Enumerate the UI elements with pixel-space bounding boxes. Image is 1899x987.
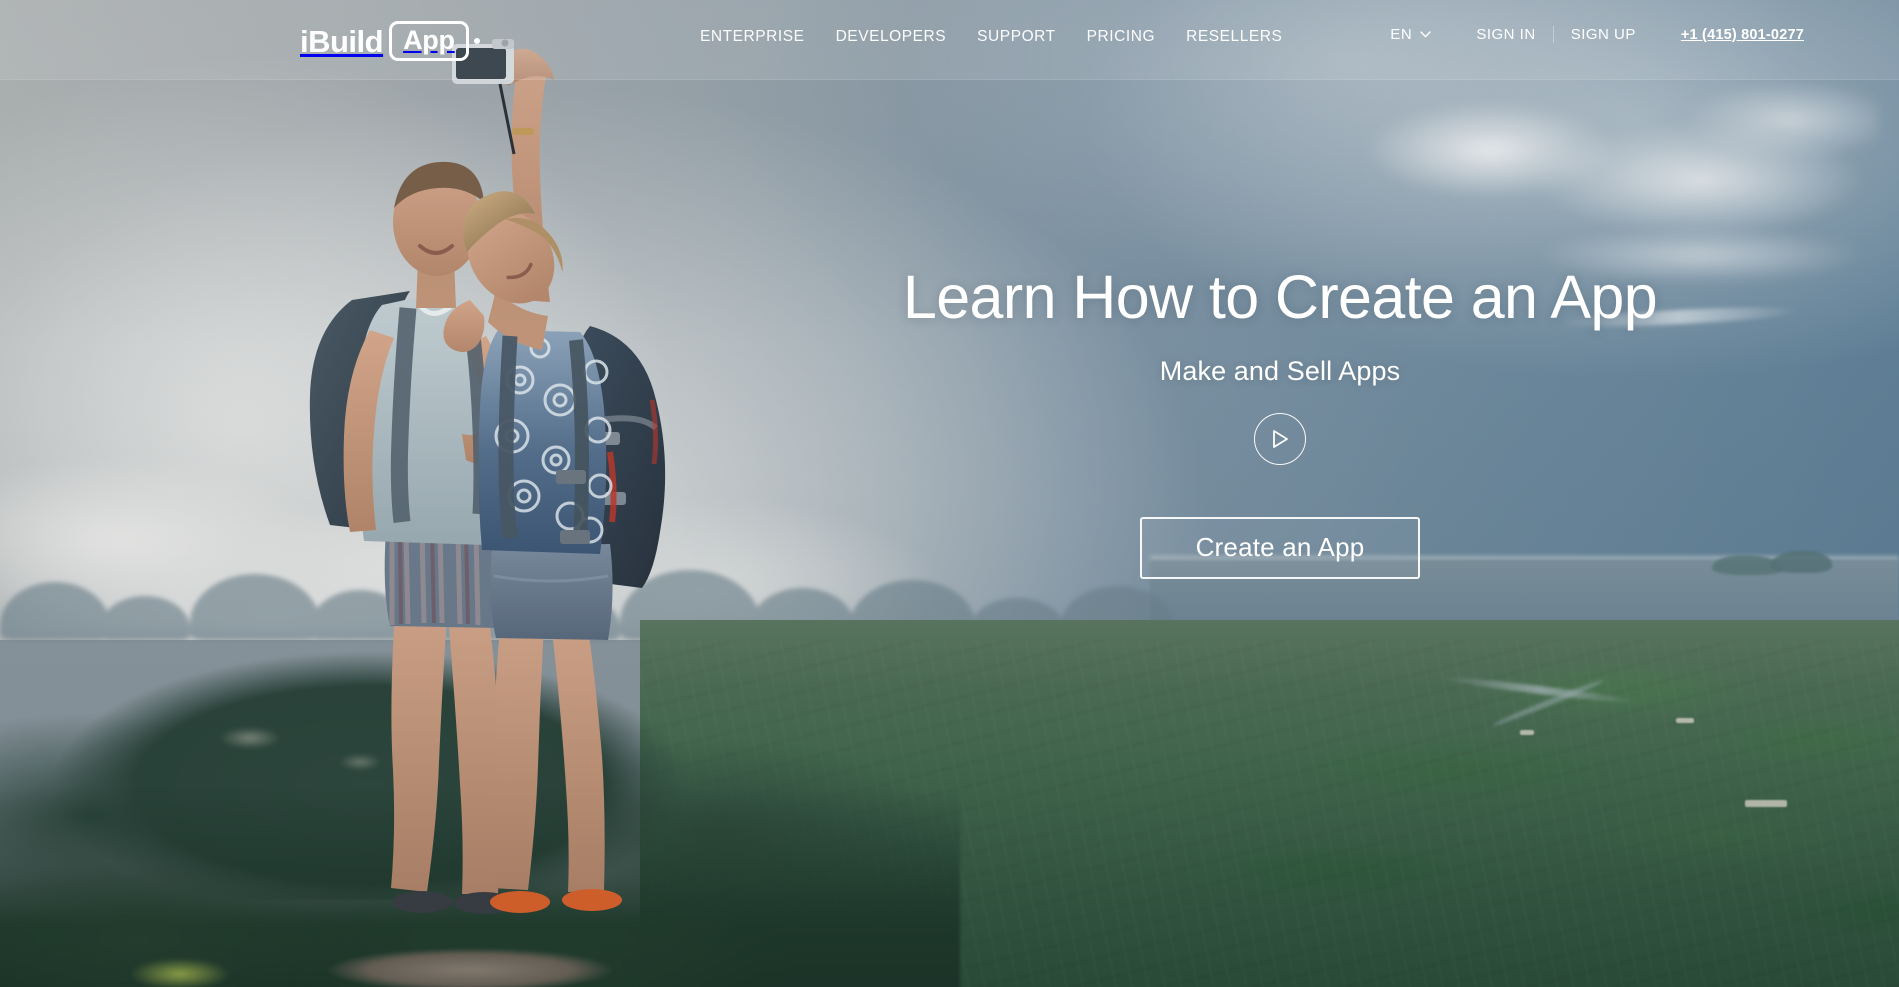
nav-developers[interactable]: DEVELOPERS — [836, 28, 947, 46]
logo-tablet-shape: App — [389, 21, 469, 61]
logo-ibuildapp[interactable]: iBuild App — [300, 20, 480, 62]
sign-up-link[interactable]: SIGN UP — [1571, 26, 1636, 43]
logo-text-ibuild: iBuild — [300, 23, 384, 59]
nav-support[interactable]: SUPPORT — [977, 28, 1056, 46]
site-header: iBuild App ENTERPRISE DEVELOPERS SUPPORT… — [0, 0, 1899, 80]
play-video-button[interactable] — [1254, 412, 1306, 465]
phone-number[interactable]: +1 (415) 801-0277 — [1681, 27, 1804, 43]
cta-wrap: Create an App — [840, 516, 1720, 579]
main-navigation: ENTERPRISE DEVELOPERS SUPPORT PRICING RE… — [700, 28, 1282, 46]
chevron-down-icon — [1420, 31, 1432, 38]
logo-dot-icon — [473, 38, 480, 44]
nav-enterprise[interactable]: ENTERPRISE — [700, 28, 805, 46]
nav-resellers[interactable]: RESELLERS — [1186, 28, 1282, 46]
language-label: EN — [1390, 26, 1413, 43]
user-navigation: EN SIGN IN SIGN UP +1 (415) 801-0277 — [1390, 26, 1804, 43]
play-button-wrap — [840, 412, 1720, 465]
hero-content: Learn How to Create an App Make and Sell… — [840, 265, 1720, 579]
logo-text-app: App — [403, 25, 455, 55]
create-an-app-button[interactable]: Create an App — [1139, 516, 1421, 579]
nav-pricing[interactable]: PRICING — [1087, 28, 1155, 46]
sign-in-link[interactable]: SIGN IN — [1476, 26, 1535, 43]
hero-subtitle: Make and Sell Apps — [1159, 355, 1401, 386]
language-selector[interactable]: EN — [1390, 26, 1432, 43]
play-icon — [1273, 429, 1288, 448]
page-root: iBuild App ENTERPRISE DEVELOPERS SUPPORT… — [0, 0, 1899, 987]
auth-divider — [1552, 26, 1554, 43]
auth-links: SIGN IN SIGN UP — [1476, 26, 1636, 43]
page-title: Learn How to Create an App — [902, 263, 1658, 331]
